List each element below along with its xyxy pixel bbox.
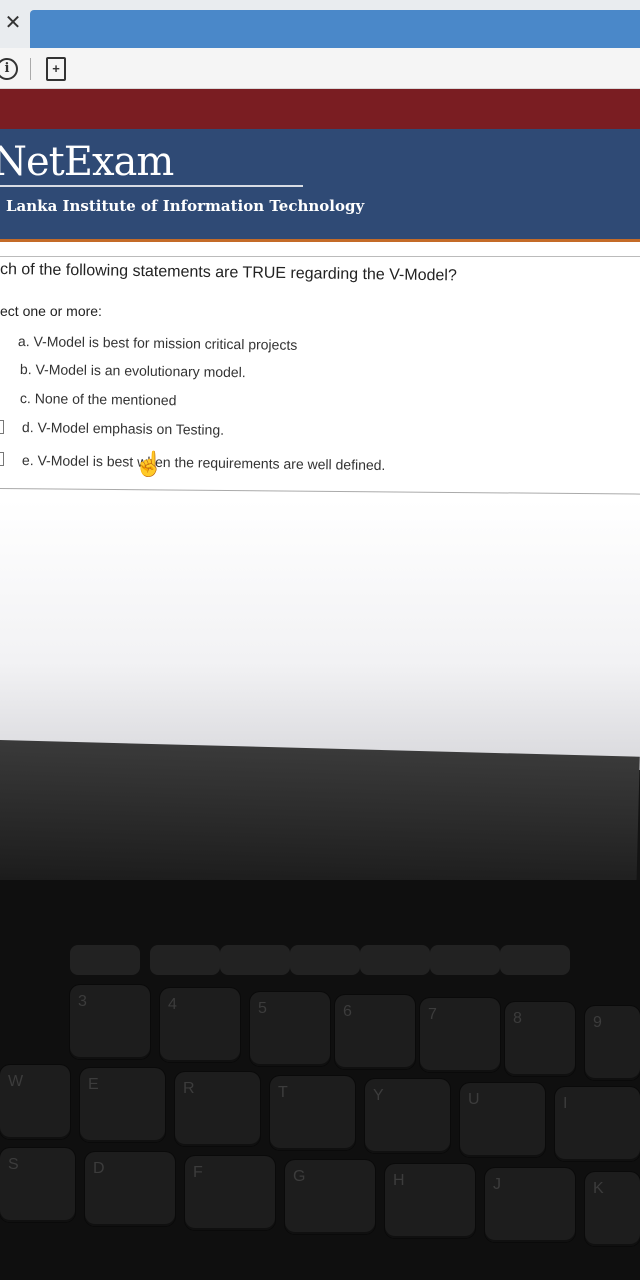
close-tab-icon[interactable]: ✕	[0, 8, 26, 38]
option-e-checkbox[interactable]	[0, 452, 4, 466]
key-w[interactable]: W	[0, 1065, 70, 1139]
question-bottom-divider	[0, 488, 640, 495]
function-key[interactable]	[220, 945, 290, 975]
institute-name: Lanka Institute of Information Technolog…	[6, 197, 365, 215]
key-9[interactable]: 9	[585, 1006, 640, 1080]
active-tab[interactable]	[30, 10, 640, 48]
key-s[interactable]: S	[0, 1148, 75, 1222]
key-3[interactable]: 3	[70, 985, 150, 1059]
logo-underline	[0, 185, 303, 187]
hand-pointer-icon: ☝	[134, 451, 164, 478]
option-b[interactable]: b. V-Model is an evolutionary model.	[20, 361, 246, 380]
question-text: ch of the following statements are TRUE …	[0, 261, 457, 285]
key-k[interactable]: K	[585, 1172, 640, 1246]
function-key[interactable]	[70, 945, 140, 975]
option-a[interactable]: a. V-Model is best for mission critical …	[18, 333, 298, 353]
key-g[interactable]: G	[285, 1160, 375, 1234]
select-prompt: ect one or more:	[0, 303, 102, 319]
toolbar-divider	[30, 58, 31, 80]
laptop-bezel	[0, 740, 640, 897]
option-e[interactable]: e. V-Model is best when the requirements…	[22, 452, 386, 473]
key-u[interactable]: U	[460, 1083, 545, 1157]
function-key[interactable]	[290, 945, 360, 975]
laptop-screen: ✕ i + NetExam Lanka Institute of Informa…	[0, 0, 640, 770]
browser-tab-bar: ✕	[0, 0, 640, 48]
function-key[interactable]	[150, 945, 220, 975]
key-y[interactable]: Y	[365, 1079, 450, 1153]
site-logo: NetExam	[0, 139, 174, 185]
empty-content-area	[0, 500, 640, 770]
header-divider	[0, 242, 640, 257]
site-header: NetExam Lanka Institute of Information T…	[0, 129, 640, 242]
function-key[interactable]	[430, 945, 500, 975]
top-banner	[0, 89, 640, 129]
key-t[interactable]: T	[270, 1076, 355, 1150]
key-e[interactable]: E	[80, 1068, 165, 1142]
option-d-checkbox[interactable]	[0, 420, 4, 434]
function-key[interactable]	[360, 945, 430, 975]
function-key[interactable]	[500, 945, 570, 975]
key-8[interactable]: 8	[505, 1002, 575, 1076]
key-7[interactable]: 7	[420, 998, 500, 1072]
add-page-icon[interactable]: +	[46, 57, 66, 81]
key-f[interactable]: F	[185, 1156, 275, 1230]
key-5[interactable]: 5	[250, 992, 330, 1066]
key-r[interactable]: R	[175, 1072, 260, 1146]
key-j[interactable]: J	[485, 1168, 575, 1242]
key-4[interactable]: 4	[160, 988, 240, 1062]
laptop-keyboard: 3 4 5 6 7 8 9 W E R T Y U I S D F G H J …	[0, 880, 640, 1280]
option-d[interactable]: d. V-Model emphasis on Testing.	[22, 419, 224, 438]
key-6[interactable]: 6	[335, 995, 415, 1069]
address-bar: i +	[0, 48, 640, 89]
key-i[interactable]: I	[555, 1087, 640, 1161]
key-h[interactable]: H	[385, 1164, 475, 1238]
option-c[interactable]: c. None of the mentioned	[20, 390, 177, 408]
info-icon[interactable]: i	[0, 58, 18, 80]
key-d[interactable]: D	[85, 1152, 175, 1226]
